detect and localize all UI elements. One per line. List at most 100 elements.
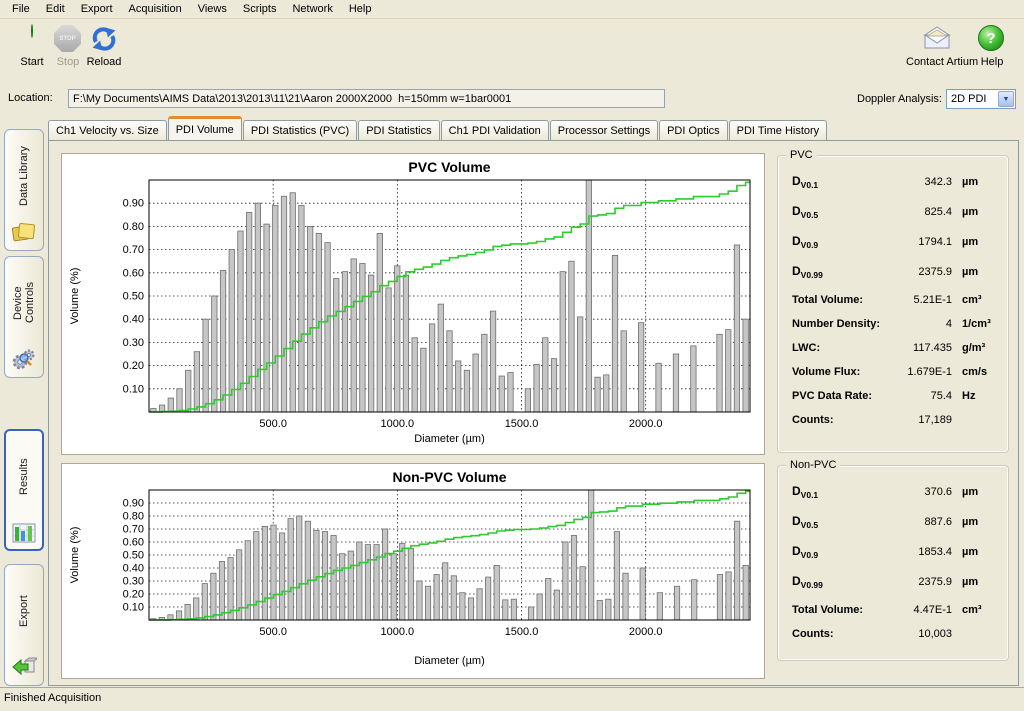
stat-unit: cm/s	[952, 366, 998, 378]
stat-unit: µm	[952, 236, 998, 248]
svg-text:0.40: 0.40	[123, 563, 144, 575]
help-icon: ?	[978, 25, 1006, 53]
stat-label: DV0.5	[792, 514, 818, 530]
sidebar-item-label: Data Library	[18, 138, 30, 214]
menu-item-edit[interactable]: Edit	[38, 1, 73, 17]
tab-pdi-volume[interactable]: PDI Volume	[168, 116, 242, 140]
export-arrow-icon	[11, 655, 37, 682]
doppler-analysis-value: 2D PDI	[951, 93, 986, 105]
menu-item-scripts[interactable]: Scripts	[235, 1, 285, 17]
help-button[interactable]: ? Help	[972, 25, 1012, 68]
doppler-analysis: Doppler Analysis: 2D PDI ▼	[857, 89, 1016, 109]
svg-text:0.90: 0.90	[123, 198, 144, 210]
stat-label: Number Density:	[792, 318, 880, 330]
svg-text:0.30: 0.30	[123, 337, 144, 349]
help-button-label: Help	[981, 56, 1004, 68]
stat-unit: µm	[952, 266, 998, 278]
stat-unit: µm	[952, 486, 998, 498]
tab-pdi-statistics-pvc-[interactable]: PDI Statistics (PVC)	[243, 120, 357, 140]
sidebar-item-device-controls[interactable]: Device Controls	[4, 256, 44, 378]
envelope-icon	[922, 25, 952, 53]
tab-ch1-pdi-validation[interactable]: Ch1 PDI Validation	[441, 120, 549, 140]
doppler-analysis-select[interactable]: 2D PDI ▼	[946, 89, 1016, 109]
svg-text:0.60: 0.60	[123, 267, 144, 279]
tab-processor-settings[interactable]: Processor Settings	[550, 120, 658, 140]
svg-text:0.40: 0.40	[123, 314, 144, 326]
gears-icon	[11, 347, 37, 374]
svg-text:1500.0: 1500.0	[505, 418, 539, 430]
svg-text:Volume (%): Volume (%)	[69, 268, 81, 325]
stat-value: 17,189	[892, 414, 952, 426]
tab-ch1-velocity-vs-size[interactable]: Ch1 Velocity vs. Size	[48, 120, 167, 140]
stat-row: DV0.5 825.4µm	[792, 204, 998, 234]
stat-value: 117.435	[892, 342, 952, 354]
sidebar-item-label: Export	[18, 573, 30, 649]
menu-item-help[interactable]: Help	[341, 1, 380, 17]
stat-row: DV0.9 1794.1µm	[792, 234, 998, 264]
stat-label: DV0.1	[792, 174, 818, 190]
stat-row: DV0.91853.4µm	[792, 544, 998, 574]
svg-text:Volume (%): Volume (%)	[69, 527, 81, 584]
svg-text:500.0: 500.0	[259, 626, 287, 638]
svg-text:1000.0: 1000.0	[381, 626, 415, 638]
menu-item-views[interactable]: Views	[190, 1, 235, 17]
svg-text:0.80: 0.80	[123, 511, 144, 523]
contact-artium-button[interactable]: Contact Artium	[906, 25, 968, 68]
stat-unit: Hz	[952, 390, 998, 402]
pvc-group-title: PVC	[786, 149, 817, 161]
location-label: Location:	[8, 92, 53, 104]
contact-artium-label: Contact Artium	[906, 56, 978, 68]
svg-text:PVC Volume: PVC Volume	[408, 159, 490, 175]
stat-value: 5.21E-1	[892, 294, 952, 306]
pvc-stats-group: PVC DV0.1342.3µmDV0.5825.4µmDV0.91794.1µ…	[777, 155, 1009, 453]
nonpvc-group-title: Non-PVC	[786, 459, 840, 471]
status-text: Finished Acquisition	[4, 692, 101, 704]
stat-value: 825.4	[892, 206, 952, 218]
svg-text:2000.0: 2000.0	[629, 418, 663, 430]
reload-button[interactable]: Reload	[76, 25, 132, 68]
doppler-analysis-label: Doppler Analysis:	[857, 93, 942, 105]
stat-value: 4	[892, 318, 952, 330]
svg-text:1500.0: 1500.0	[505, 626, 539, 638]
tab-strip: Ch1 Velocity vs. SizePDI VolumePDI Stati…	[48, 118, 828, 140]
stat-row: DV0.5887.6µm	[792, 514, 998, 544]
stat-row: Counts: 17,189	[792, 414, 998, 438]
stat-unit: g/m³	[952, 342, 998, 354]
main-area: Data Library Device Controls Results Export…	[0, 114, 1024, 687]
stat-label: Volume Flux:	[792, 366, 860, 378]
tab-page-pdi-volume: 0.100.200.300.400.500.600.700.800.90500.…	[48, 140, 1019, 686]
stat-label: DV0.5	[792, 204, 818, 220]
nonpvc-stats-rows: DV0.1370.6µmDV0.5887.6µmDV0.91853.4µmDV0…	[792, 484, 998, 652]
stat-label: DV0.9	[792, 234, 818, 250]
stat-unit: cm³	[952, 604, 998, 616]
stat-value: 1853.4	[892, 546, 952, 558]
menu-item-export[interactable]: Export	[73, 1, 121, 17]
stat-row: Counts:10,003	[792, 628, 998, 652]
pvc-stats-rows: DV0.1342.3µmDV0.5825.4µmDV0.91794.1µmDV0…	[792, 174, 998, 438]
pvc-volume-chart: 0.100.200.300.400.500.600.700.800.90500.…	[61, 153, 765, 455]
stat-row: Total Volume:5.21E-1cm³	[792, 294, 998, 318]
svg-text:0.80: 0.80	[123, 221, 144, 233]
chevron-down-icon[interactable]: ▼	[998, 91, 1014, 107]
sidebar-item-data-library[interactable]: Data Library	[4, 129, 44, 251]
svg-text:0.30: 0.30	[123, 576, 144, 588]
tab-pdi-optics[interactable]: PDI Optics	[659, 120, 728, 140]
svg-text:0.20: 0.20	[123, 360, 144, 372]
location-input[interactable]	[68, 89, 665, 108]
tab-pdi-time-history[interactable]: PDI Time History	[729, 120, 828, 140]
menu-item-file[interactable]: File	[4, 1, 38, 17]
tab-pdi-statistics[interactable]: PDI Statistics	[358, 120, 439, 140]
pvc-volume-svg: 0.100.200.300.400.500.600.700.800.90500.…	[62, 154, 764, 454]
stat-row: DV0.1370.6µm	[792, 484, 998, 514]
stat-value: 1.679E-1	[892, 366, 952, 378]
menu-bar: FileEditExportAcquisitionViewsScriptsNet…	[0, 0, 1024, 19]
stat-unit: µm	[952, 206, 998, 218]
menu-item-acquisition[interactable]: Acquisition	[121, 1, 190, 17]
menu-item-network[interactable]: Network	[284, 1, 340, 17]
stat-value: 887.6	[892, 516, 952, 528]
sidebar-item-export[interactable]: Export	[4, 564, 44, 686]
stat-label: Counts:	[792, 414, 834, 426]
stat-value: 1794.1	[892, 236, 952, 248]
non-pvc-volume-svg: 0.100.200.300.400.500.600.700.800.90500.…	[62, 464, 764, 678]
sidebar-item-results[interactable]: Results	[4, 429, 44, 551]
